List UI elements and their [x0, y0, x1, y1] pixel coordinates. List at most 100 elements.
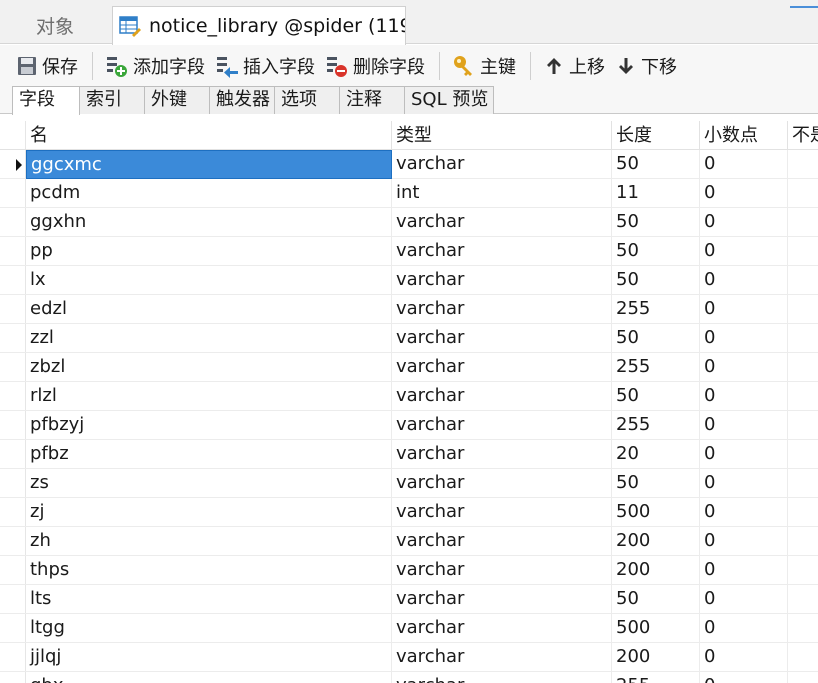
table-row[interactable]: ggxhn varchar 50 0: [0, 208, 818, 237]
tab-table-design[interactable]: notice_library @spider (119...: [112, 6, 406, 45]
field-length-cell[interactable]: 200: [612, 556, 700, 585]
add-field-button[interactable]: 添加字段: [101, 49, 209, 83]
field-type-cell[interactable]: varchar: [392, 527, 612, 556]
field-type-cell[interactable]: varchar: [392, 440, 612, 469]
table-row[interactable]: jjlqj varchar 200 0: [0, 643, 818, 672]
field-length-cell[interactable]: 50: [612, 208, 700, 237]
column-header-type[interactable]: 类型: [392, 121, 612, 150]
field-type-cell[interactable]: int: [392, 179, 612, 208]
field-not-null-cell[interactable]: [788, 498, 818, 527]
field-type-cell[interactable]: varchar: [392, 150, 612, 179]
field-type-cell[interactable]: varchar: [392, 469, 612, 498]
table-row[interactable]: lts varchar 50 0: [0, 585, 818, 614]
field-length-cell[interactable]: 50: [612, 382, 700, 411]
field-name-cell[interactable]: ggxhn: [26, 208, 392, 237]
table-row[interactable]: pp varchar 50 0: [0, 237, 818, 266]
field-length-cell[interactable]: 255: [612, 353, 700, 382]
field-name-cell[interactable]: zs: [26, 469, 392, 498]
field-decimals-cell[interactable]: 0: [700, 295, 788, 324]
tab-objects[interactable]: 对象: [0, 6, 110, 44]
field-not-null-cell[interactable]: [788, 440, 818, 469]
table-row[interactable]: zj varchar 500 0: [0, 498, 818, 527]
tab-comments[interactable]: 注释: [339, 86, 405, 114]
field-not-null-cell[interactable]: [788, 643, 818, 672]
save-button[interactable]: 保存: [12, 49, 82, 83]
field-not-null-cell[interactable]: [788, 556, 818, 585]
field-length-cell[interactable]: 255: [612, 672, 700, 683]
table-row[interactable]: zbzl varchar 255 0: [0, 353, 818, 382]
field-not-null-cell[interactable]: [788, 324, 818, 353]
field-length-cell[interactable]: 255: [612, 411, 700, 440]
field-decimals-cell[interactable]: 0: [700, 150, 788, 179]
field-length-cell[interactable]: 50: [612, 469, 700, 498]
field-name-cell[interactable]: zh: [26, 527, 392, 556]
table-row[interactable]: zh varchar 200 0: [0, 527, 818, 556]
field-type-cell[interactable]: varchar: [392, 614, 612, 643]
table-row[interactable]: thps varchar 200 0: [0, 556, 818, 585]
table-row[interactable]: ltgg varchar 500 0: [0, 614, 818, 643]
column-header-name[interactable]: 名: [26, 121, 392, 150]
field-decimals-cell[interactable]: 0: [700, 266, 788, 295]
field-length-cell[interactable]: 50: [612, 585, 700, 614]
field-not-null-cell[interactable]: [788, 585, 818, 614]
field-name-cell[interactable]: zj: [26, 498, 392, 527]
tab-foreign-keys[interactable]: 外键: [144, 86, 210, 114]
field-type-cell[interactable]: varchar: [392, 585, 612, 614]
field-not-null-cell[interactable]: [788, 208, 818, 237]
field-decimals-cell[interactable]: 0: [700, 324, 788, 353]
field-type-cell[interactable]: varchar: [392, 353, 612, 382]
field-name-cell[interactable]: pcdm: [26, 179, 392, 208]
tab-indexes[interactable]: 索引: [79, 86, 145, 114]
field-name-cell[interactable]: pfbzyj: [26, 411, 392, 440]
tab-fields[interactable]: 字段: [12, 86, 80, 115]
table-row[interactable]: pfbzyj varchar 255 0: [0, 411, 818, 440]
field-decimals-cell[interactable]: 0: [700, 440, 788, 469]
field-decimals-cell[interactable]: 0: [700, 527, 788, 556]
field-length-cell[interactable]: 200: [612, 527, 700, 556]
field-length-cell[interactable]: 50: [612, 324, 700, 353]
table-row[interactable]: gbx varchar 255 0: [0, 672, 818, 683]
table-row[interactable]: ggcxmc varchar 50 0: [0, 150, 818, 179]
table-row[interactable]: rlzl varchar 50 0: [0, 382, 818, 411]
field-not-null-cell[interactable]: [788, 469, 818, 498]
field-name-cell[interactable]: thps: [26, 556, 392, 585]
field-length-cell[interactable]: 50: [612, 150, 700, 179]
table-row[interactable]: pfbz varchar 20 0: [0, 440, 818, 469]
field-not-null-cell[interactable]: [788, 353, 818, 382]
table-row[interactable]: zzl varchar 50 0: [0, 324, 818, 353]
field-decimals-cell[interactable]: 0: [700, 382, 788, 411]
field-not-null-cell[interactable]: [788, 527, 818, 556]
field-length-cell[interactable]: 20: [612, 440, 700, 469]
field-name-cell[interactable]: pfbz: [26, 440, 392, 469]
column-header-length[interactable]: 长度: [612, 121, 700, 150]
field-decimals-cell[interactable]: 0: [700, 208, 788, 237]
field-length-cell[interactable]: 50: [612, 266, 700, 295]
field-not-null-cell[interactable]: [788, 672, 818, 683]
column-header-not-null[interactable]: 不是: [788, 121, 818, 150]
delete-field-button[interactable]: 删除字段: [321, 49, 429, 83]
field-not-null-cell[interactable]: [788, 179, 818, 208]
field-type-cell[interactable]: varchar: [392, 382, 612, 411]
field-name-cell[interactable]: ggcxmc: [26, 150, 392, 179]
table-row[interactable]: pcdm int 11 0: [0, 179, 818, 208]
field-decimals-cell[interactable]: 0: [700, 556, 788, 585]
field-type-cell[interactable]: varchar: [392, 295, 612, 324]
field-type-cell[interactable]: varchar: [392, 237, 612, 266]
field-name-cell[interactable]: lx: [26, 266, 392, 295]
field-decimals-cell[interactable]: 0: [700, 643, 788, 672]
field-length-cell[interactable]: 255: [612, 295, 700, 324]
field-name-cell[interactable]: edzl: [26, 295, 392, 324]
field-name-cell[interactable]: pp: [26, 237, 392, 266]
field-type-cell[interactable]: varchar: [392, 411, 612, 440]
field-not-null-cell[interactable]: [788, 295, 818, 324]
move-down-button[interactable]: 下移: [611, 49, 681, 83]
table-row[interactable]: zs varchar 50 0: [0, 469, 818, 498]
field-type-cell[interactable]: varchar: [392, 643, 612, 672]
field-not-null-cell[interactable]: [788, 411, 818, 440]
insert-field-button[interactable]: 插入字段: [211, 49, 319, 83]
field-decimals-cell[interactable]: 0: [700, 469, 788, 498]
tab-options[interactable]: 选项: [274, 86, 340, 114]
field-type-cell[interactable]: varchar: [392, 324, 612, 353]
field-decimals-cell[interactable]: 0: [700, 614, 788, 643]
field-not-null-cell[interactable]: [788, 266, 818, 295]
